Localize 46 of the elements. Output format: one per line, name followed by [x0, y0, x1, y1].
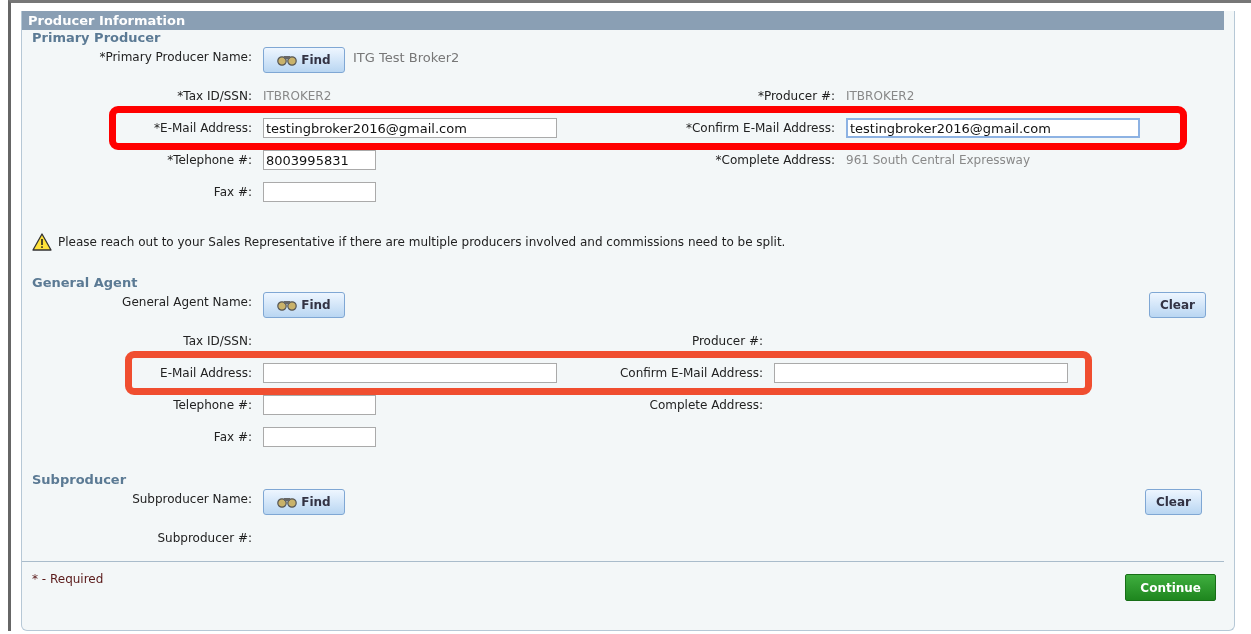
field-label: Subproducer #: — [156, 531, 252, 545]
section-title: General Agent — [31, 275, 139, 290]
field-label: *Primary Producer Name: — [98, 49, 252, 64]
field-label: Telephone #: — [172, 398, 252, 412]
warning-icon — [32, 233, 52, 251]
input-field[interactable] — [263, 427, 376, 447]
field-label: *Tax ID/SSN: — [176, 89, 252, 103]
field-label: Fax #: — [212, 185, 252, 199]
field-label: Confirm E-Mail Address: — [618, 366, 763, 380]
field-label: *Producer #: — [756, 89, 835, 103]
field-label: Subproducer Name: — [131, 491, 252, 506]
input-field[interactable] — [263, 182, 376, 202]
field-label: General Agent Name: — [121, 294, 252, 309]
find-button[interactable]: Find — [263, 489, 345, 515]
input-field[interactable]: testingbroker2016@gmail.com — [263, 118, 557, 138]
input-field[interactable]: 8003995831 — [263, 150, 376, 170]
input-field[interactable] — [774, 363, 1068, 383]
field-label: Tax ID/SSN: — [182, 334, 252, 348]
binoculars-icon — [277, 496, 298, 508]
input-field[interactable] — [263, 395, 376, 415]
field-label: *Complete Address: — [714, 153, 835, 167]
continue-button[interactable]: Continue — [1125, 574, 1216, 601]
producer-name: ITG Test Broker2 — [352, 49, 460, 65]
field-label: Complete Address: — [648, 398, 763, 412]
field-label: *E-Mail Address: — [153, 121, 252, 135]
find-button[interactable]: Find — [263, 47, 345, 73]
field-value: 961 South Central Expressway — [846, 153, 1032, 167]
find-button[interactable]: Find — [263, 292, 345, 318]
field-label: Producer #: — [690, 334, 763, 348]
input-field[interactable]: testingbroker2016@gmail.com — [846, 118, 1140, 138]
warning-text: Please reach out to your Sales Representative if there are multiple producers involved and commissions need to be split. — [58, 235, 786, 249]
required-note: * - Required — [32, 572, 104, 586]
section-title: Primary Producer — [31, 30, 162, 45]
clear-button[interactable]: Clear — [1144, 489, 1202, 515]
field-label: *Telephone #: — [166, 153, 252, 167]
field-label: E-Mail Address: — [159, 366, 252, 380]
field-value: ITBROKER2 — [263, 89, 333, 103]
input-field[interactable] — [263, 363, 557, 383]
binoculars-icon — [277, 299, 298, 311]
field-label: *Confirm E-Mail Address: — [684, 121, 835, 135]
field-label: Fax #: — [212, 430, 252, 444]
section-title: Subproducer — [31, 472, 128, 487]
panel-header: Producer Information — [22, 11, 1224, 30]
binoculars-icon — [277, 54, 298, 66]
clear-button[interactable]: Clear — [1148, 292, 1206, 318]
field-value: ITBROKER2 — [846, 89, 916, 103]
